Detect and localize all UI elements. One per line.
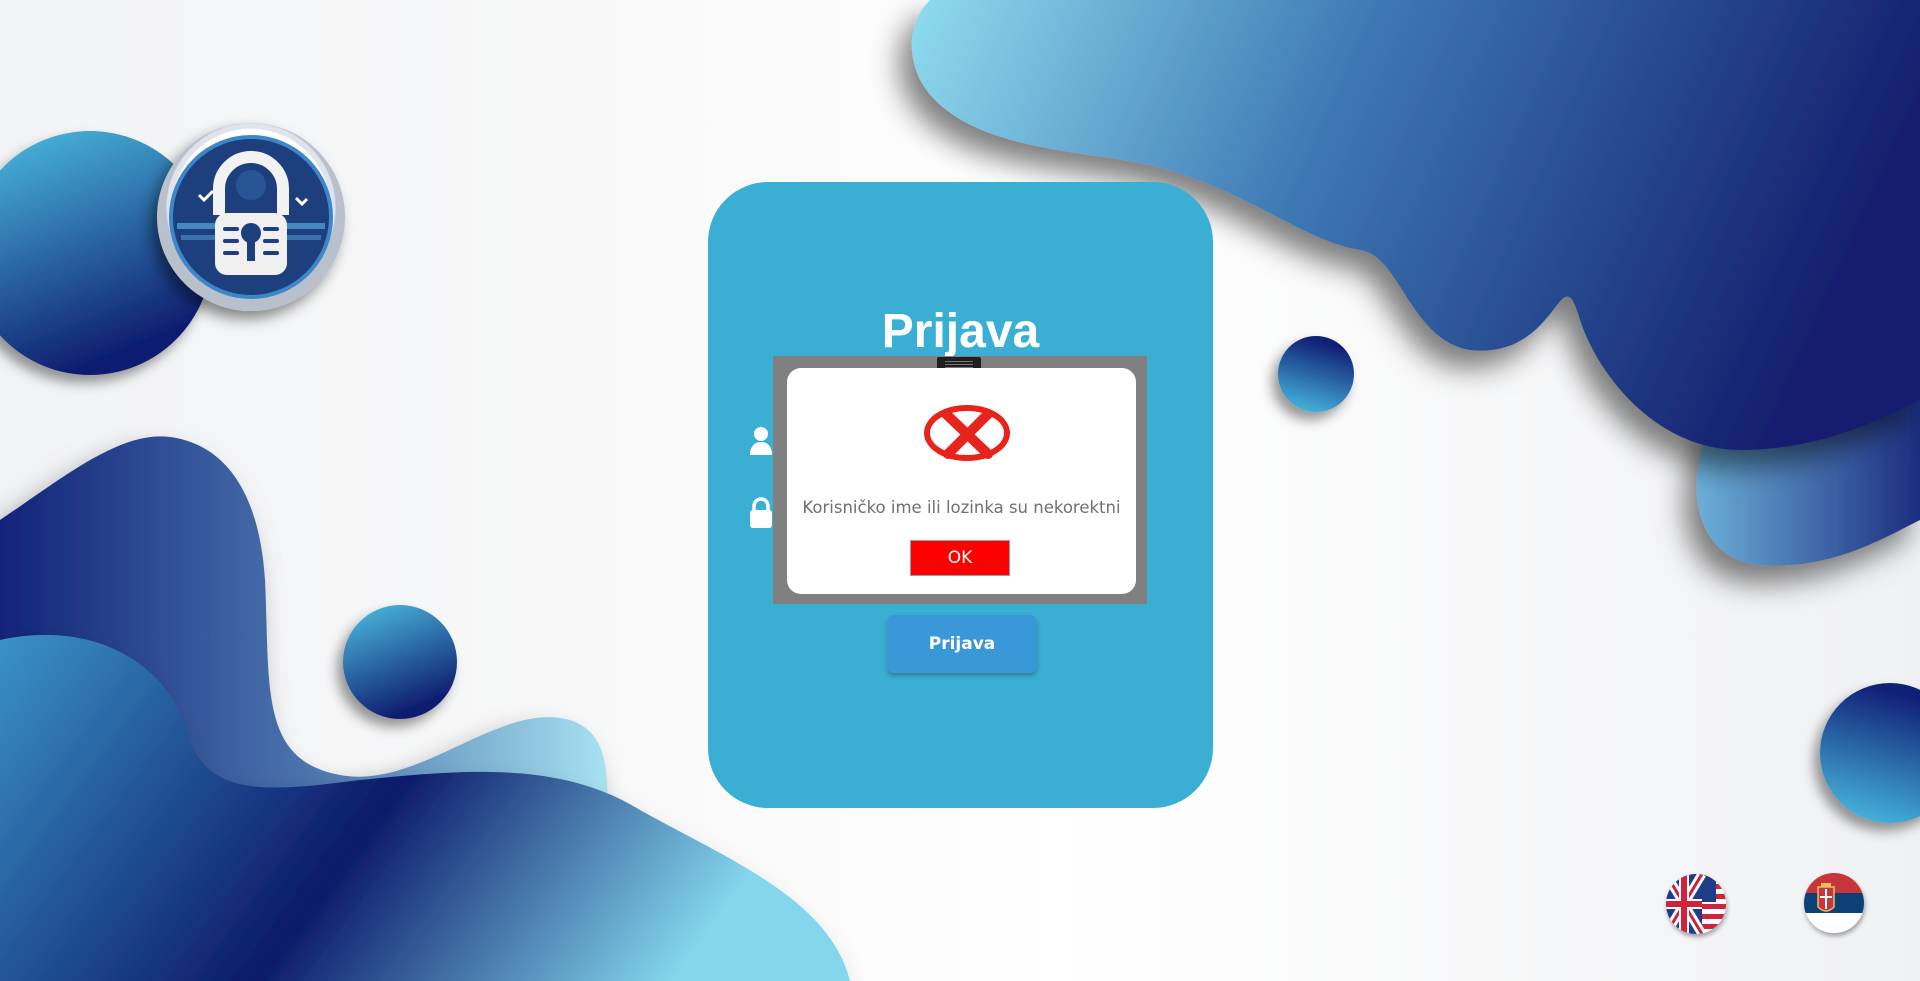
uk-us-flag-icon [1666, 874, 1726, 934]
dialog-message: Korisničko ime ili lozinka su nekorektni [802, 498, 1121, 517]
security-padlock-logo [157, 123, 345, 311]
ok-button[interactable]: OK [910, 540, 1010, 576]
language-english-button[interactable] [1666, 874, 1726, 934]
serbia-flag-icon [1804, 873, 1864, 933]
error-dialog: Korisničko ime ili lozinka su nekorektni… [787, 368, 1136, 594]
error-x-icon [924, 405, 1010, 461]
language-serbian-button[interactable] [1804, 873, 1864, 933]
login-title: Prijava [881, 305, 1040, 358]
lock-icon [750, 497, 772, 528]
user-icon [750, 427, 772, 455]
login-submit-button[interactable]: Prijava [887, 615, 1037, 673]
